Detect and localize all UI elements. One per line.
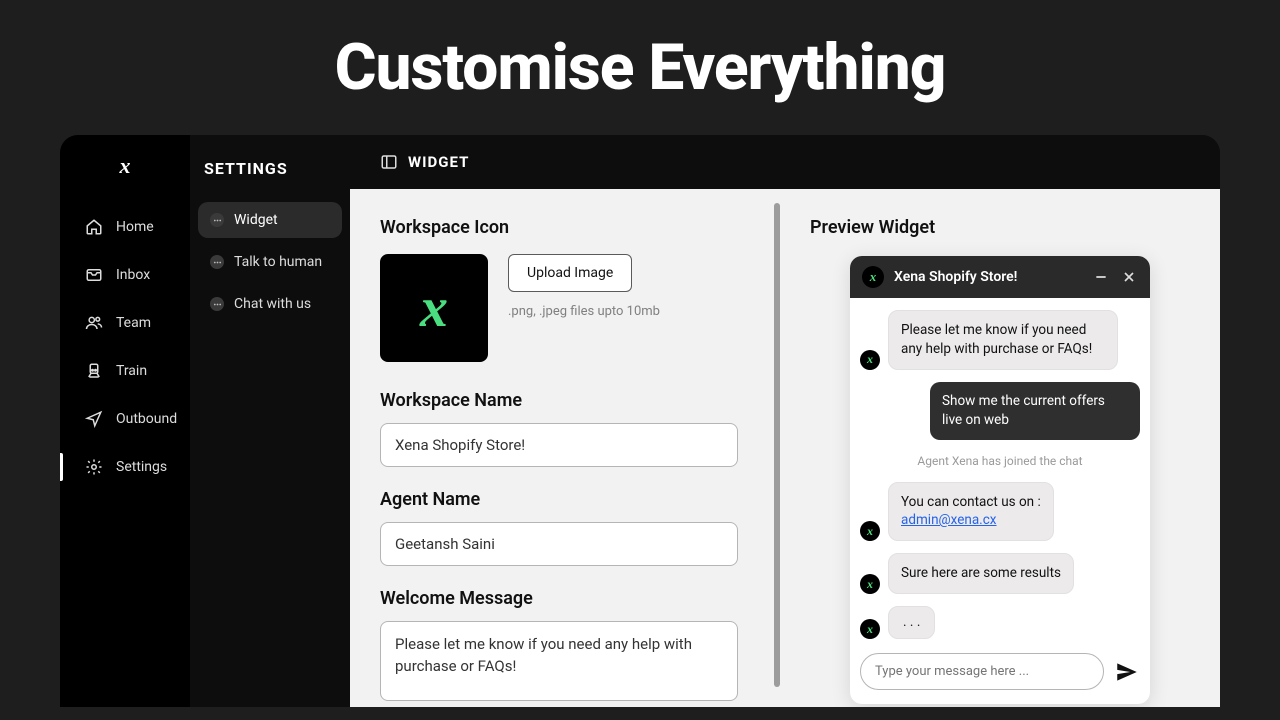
chat-input[interactable] [860,653,1104,690]
message-text: Sure here are some results [888,553,1074,594]
nav-label: Home [116,219,154,235]
nav-label: Outbound [116,411,177,427]
nav-item-train[interactable]: Train [60,347,190,395]
system-message: Agent Xena has joined the chat [860,452,1140,470]
minimize-icon[interactable] [1092,268,1110,286]
team-icon [84,313,104,333]
workspace-name-input[interactable] [380,423,738,467]
hero-title: Customise Everything [0,0,1280,135]
widget-title: Xena Shopify Store! [894,269,1082,285]
content-header: WIDGET [350,135,1220,189]
welcome-message-input[interactable]: Please let me know if you need any help … [380,621,738,701]
message-text: Show me the current offers live on web [930,382,1140,440]
content: WIDGET Workspace Icon x Upload Image .pn… [350,135,1220,707]
nav-item-team[interactable]: Team [60,299,190,347]
chat-icon [210,255,224,269]
nav-label: Train [116,363,147,379]
nav-item-outbound[interactable]: Outbound [60,395,190,443]
nav-item-settings[interactable]: Settings [60,443,190,491]
agent-name-input[interactable] [380,522,738,566]
upload-image-button[interactable]: Upload Image [508,254,632,292]
message-user: Show me the current offers live on web [860,382,1140,440]
widget-avatar: x [862,266,884,288]
panels-icon [380,153,398,171]
bot-avatar: x [860,521,880,541]
chat-footer [850,645,1150,704]
inbox-icon [84,265,104,285]
widget-header: x Xena Shopify Store! [850,256,1150,298]
content-header-title: WIDGET [408,153,469,171]
nav-item-inbox[interactable]: Inbox [60,251,190,299]
app-logo: x [60,153,190,179]
workspace-icon-preview: x [380,254,488,362]
train-icon [84,361,104,381]
settings-item-talk-to-human[interactable]: Talk to human [198,244,342,280]
settings-item-widget[interactable]: Widget [198,202,342,238]
send-button[interactable] [1114,659,1140,685]
form-column: Workspace Icon x Upload Image .png, .jpe… [350,189,780,707]
chat-widget: x Xena Shopify Store! x Please let me kn… [850,256,1150,704]
nav-item-home[interactable]: Home [60,203,190,251]
chat-icon [210,297,224,311]
send-icon [84,409,104,429]
settings-item-chat-with-us[interactable]: Chat with us [198,286,342,322]
settings-item-label: Talk to human [234,254,322,270]
chat-icon [210,213,224,227]
main-area: Workspace Icon x Upload Image .png, .jpe… [350,189,1220,707]
nav-label: Settings [116,459,167,475]
chat-body: x Please let me know if you need any hel… [850,298,1150,645]
contact-text: You can contact us on : [901,494,1041,510]
nav-label: Team [116,315,151,331]
bot-avatar: x [860,574,880,594]
settings-item-label: Widget [234,212,278,228]
bot-avatar: x [860,350,880,370]
message-text: Please let me know if you need any help … [888,310,1118,370]
gear-icon [84,457,104,477]
preview-title: Preview Widget [810,217,1190,238]
message-bot: x Sure here are some results [860,553,1140,594]
workspace-name-label: Workspace Name [380,390,750,411]
workspace-icon-label: Workspace Icon [380,217,750,238]
welcome-message-label: Welcome Message [380,588,750,609]
message-text: You can contact us on : admin@xena.cx [888,482,1054,542]
bot-avatar: x [860,619,880,639]
nav-label: Inbox [116,267,150,283]
close-icon[interactable] [1120,268,1138,286]
message-bot: x You can contact us on : admin@xena.cx [860,482,1140,542]
typing-indicator: . . . [888,606,935,639]
settings-panel: SETTINGS Widget Talk to human Chat with … [190,135,350,707]
contact-email-link[interactable]: admin@xena.cx [901,512,997,528]
message-bot-typing: x . . . [860,606,1140,639]
settings-item-label: Chat with us [234,296,311,312]
app-window: x Home Inbox Team Train [60,135,1220,707]
nav-rail: x Home Inbox Team Train [60,135,190,707]
message-bot: x Please let me know if you need any hel… [860,310,1140,370]
preview-column: Preview Widget x Xena Shopify Store! [780,189,1220,707]
agent-name-label: Agent Name [380,489,750,510]
upload-hint: .png, .jpeg files upto 10mb [508,304,660,319]
home-icon [84,217,104,237]
settings-title: SETTINGS [198,153,342,202]
